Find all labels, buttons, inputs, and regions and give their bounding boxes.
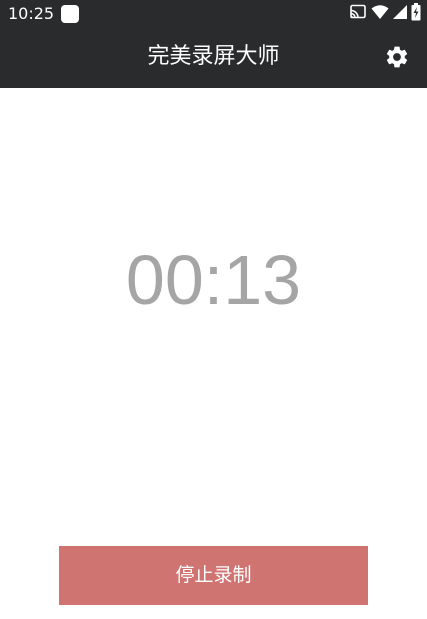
battery-charging-icon — [411, 3, 421, 25]
recording-timer: 00:13 — [125, 241, 302, 319]
cellular-signal-icon — [393, 4, 407, 24]
status-icons — [349, 3, 421, 25]
wifi-icon — [371, 4, 389, 24]
recorder-screen: 10:25 完美录屏大师 00:13 停止录制 — [0, 0, 427, 619]
stop-recording-button[interactable]: 停止录制 — [59, 546, 368, 605]
cast-icon — [349, 4, 367, 24]
page-title: 完美录屏大师 — [147, 44, 280, 69]
app-header: 10:25 完美录屏大师 — [0, 0, 427, 88]
app-notification-icon — [61, 5, 79, 23]
status-time: 10:25 — [8, 4, 55, 23]
gear-icon — [384, 44, 410, 74]
settings-button[interactable] — [380, 42, 414, 76]
status-bar: 10:25 — [0, 0, 427, 28]
